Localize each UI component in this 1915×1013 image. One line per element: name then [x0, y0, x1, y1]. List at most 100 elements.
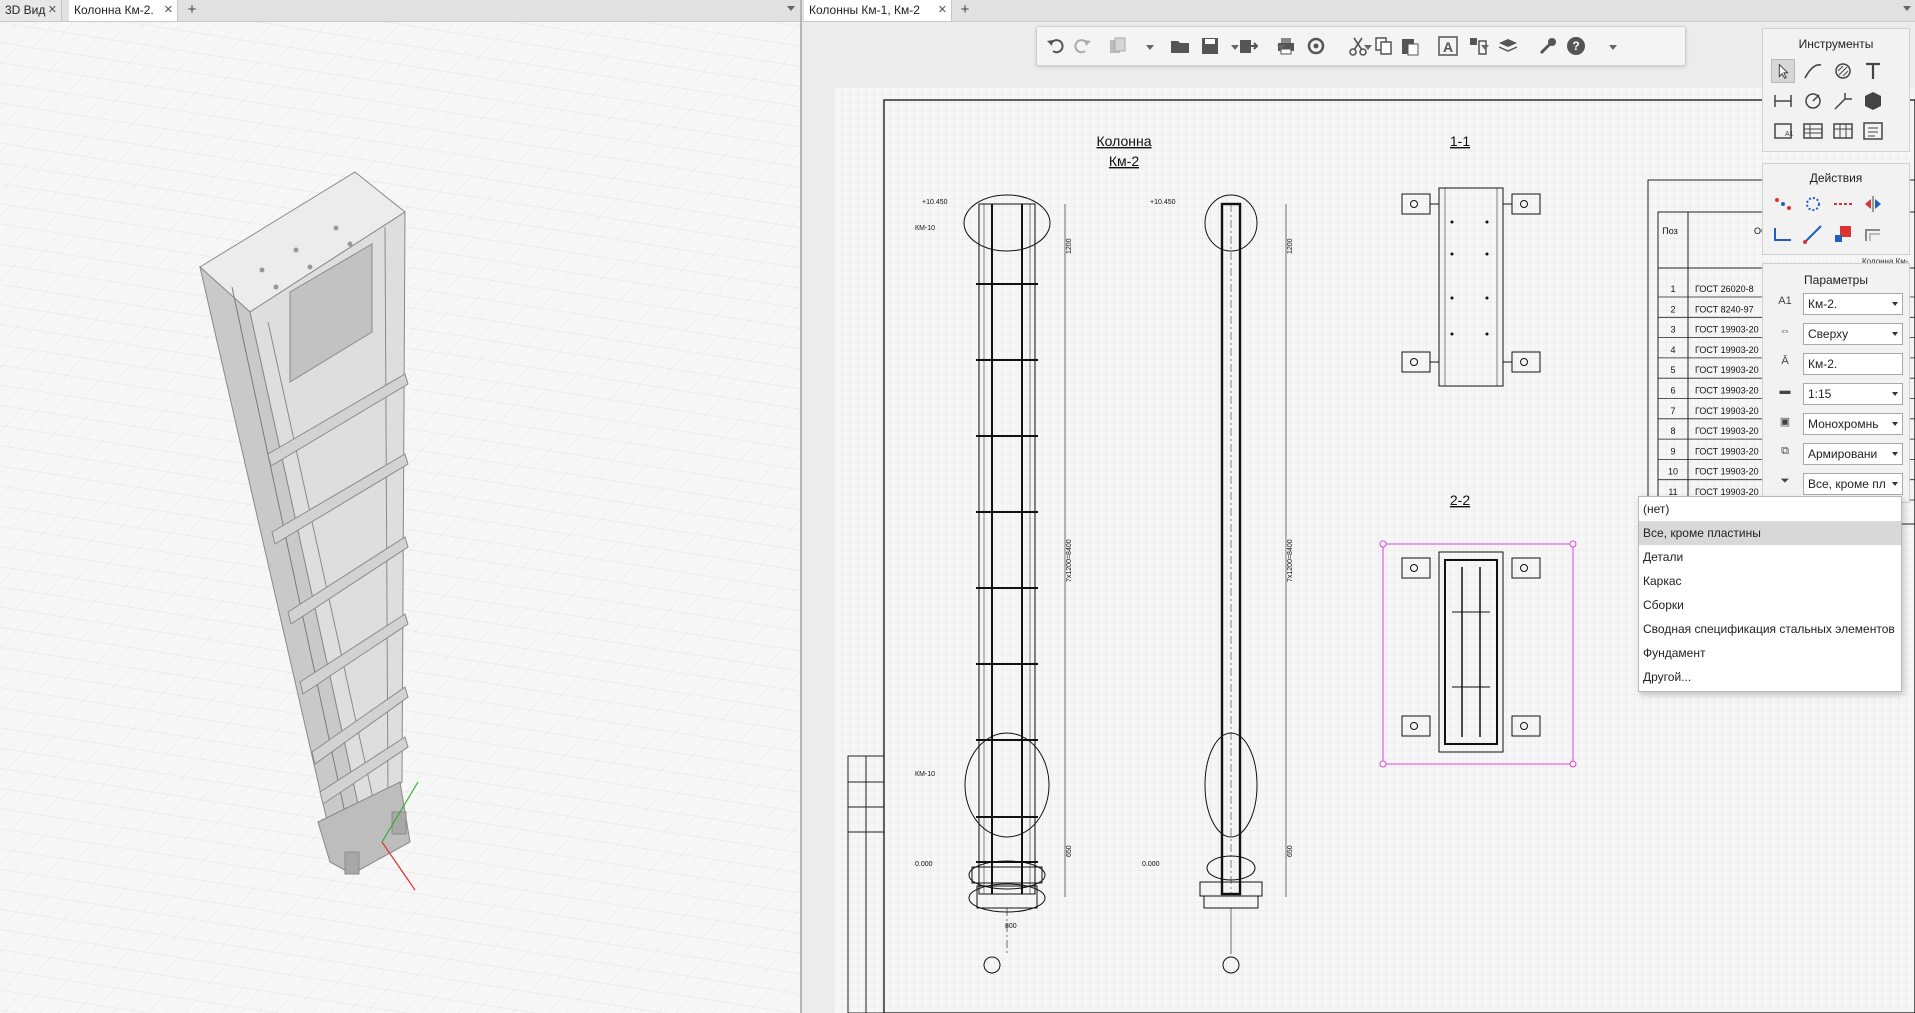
- array-icon[interactable]: [1801, 192, 1825, 216]
- svg-text:?: ?: [1572, 39, 1579, 53]
- param-input[interactable]: Км-2.: [1803, 353, 1903, 375]
- 3d-scene: [0, 22, 800, 1013]
- elevation-zero-label: 0.000: [915, 861, 933, 868]
- dropdown-option[interactable]: Фундамент: [1639, 641, 1901, 665]
- sync-icon[interactable]: [1305, 35, 1327, 57]
- wrench-icon[interactable]: [1537, 35, 1559, 57]
- chevron-down-icon[interactable]: [1892, 302, 1898, 306]
- tab-menu-chevron-icon[interactable]: [787, 6, 795, 11]
- close-icon[interactable]: ✕: [48, 0, 57, 21]
- chevron-down-icon[interactable]: [1481, 45, 1489, 50]
- km10-label: КМ-10: [915, 225, 935, 232]
- chevron-down-icon[interactable]: [1892, 392, 1898, 396]
- param-select[interactable]: Армировани: [1803, 443, 1903, 465]
- dim-800-label: 800: [1005, 923, 1017, 930]
- right-tabbar: Колонны Км-1, Км-2 ✕ +: [802, 0, 1915, 22]
- add-tab-icon[interactable]: +: [955, 0, 975, 21]
- table-cell-pos: 5: [1670, 365, 1675, 375]
- text-tool-icon[interactable]: [1861, 59, 1885, 83]
- chevron-down-icon[interactable]: [1609, 45, 1617, 50]
- hatch-icon[interactable]: [1831, 59, 1855, 83]
- tab-column-km2[interactable]: Колонна Км-2. ✕: [69, 0, 178, 21]
- copy-icon[interactable]: [1373, 35, 1395, 57]
- redo-icon[interactable]: [1071, 35, 1093, 57]
- dim-650-label: 650: [1287, 845, 1294, 857]
- text-style-icon[interactable]: A: [1437, 35, 1459, 57]
- paste-icon[interactable]: [1399, 35, 1421, 57]
- chevron-down-icon[interactable]: [1277, 45, 1285, 50]
- table-cell-standard: ГОСТ 19903-20: [1695, 386, 1759, 396]
- copy-linear-icon[interactable]: [1831, 192, 1855, 216]
- chevron-down-icon[interactable]: [1892, 452, 1898, 456]
- chevron-down-icon[interactable]: [1892, 332, 1898, 336]
- scale-object-icon[interactable]: [1831, 222, 1855, 246]
- param-select[interactable]: 1:15: [1803, 383, 1903, 405]
- chevron-down-icon[interactable]: [1146, 45, 1154, 50]
- view-settings-icon[interactable]: [1497, 35, 1519, 57]
- select-pointer-icon[interactable]: [1771, 59, 1795, 83]
- add-tab-icon[interactable]: +: [182, 0, 202, 21]
- mirror-icon[interactable]: [1861, 192, 1885, 216]
- chevron-down-icon[interactable]: [1364, 45, 1372, 50]
- tab-columns-km1-km2[interactable]: Колонны Км-1, Км-2 ✕: [804, 0, 952, 21]
- left-tabbar: 3D Вид ✕ Колонна Км-2. ✕ +: [0, 0, 800, 22]
- dropdown-option[interactable]: Сборки: [1639, 593, 1901, 617]
- leader-icon[interactable]: [1831, 89, 1855, 113]
- elevation-top-label: +10.450: [922, 199, 948, 206]
- drawing-title: Колонна: [1097, 133, 1152, 149]
- tab-label: Колонны Км-1, Км-2: [809, 3, 920, 17]
- table-cell-pos: 8: [1670, 426, 1675, 436]
- param-select[interactable]: Сверху: [1803, 323, 1903, 345]
- grid-table-icon[interactable]: [1831, 119, 1855, 143]
- move-points-icon[interactable]: [1771, 192, 1795, 216]
- radius-icon[interactable]: [1801, 89, 1825, 113]
- filter-dropdown-list[interactable]: (нет) Все, кроме пластины Детали Каркас Сбор…: [1638, 496, 1902, 692]
- dropdown-option[interactable]: Другой...: [1639, 665, 1901, 689]
- table-insert-icon[interactable]: [1801, 119, 1825, 143]
- tab-menu-chevron-icon[interactable]: [1903, 6, 1911, 11]
- table-cell-pos: 1: [1670, 284, 1675, 294]
- 3d-viewport[interactable]: [0, 22, 800, 1013]
- open-folder-icon[interactable]: [1169, 35, 1191, 57]
- actions-panel: Действия: [1762, 163, 1910, 255]
- undo-icon[interactable]: [1045, 35, 1067, 57]
- tab-label: Колонна Км-2.: [74, 3, 154, 17]
- line-draw-icon[interactable]: [1801, 59, 1825, 83]
- param-select[interactable]: Км-2.: [1803, 293, 1903, 315]
- table-cell-pos: 7: [1670, 406, 1675, 416]
- dropdown-option[interactable]: (нет): [1639, 497, 1901, 521]
- close-icon[interactable]: ✕: [164, 0, 173, 21]
- offset-icon[interactable]: [1861, 222, 1885, 246]
- chevron-down-icon[interactable]: [1231, 45, 1239, 50]
- stamp-a1-icon[interactable]: A1: [1771, 119, 1795, 143]
- param-select[interactable]: Монохромнь: [1803, 413, 1903, 435]
- dim-span-label: 7х1200=8400: [1287, 539, 1294, 582]
- tab-3d-view[interactable]: 3D Вид ✕: [0, 0, 62, 21]
- table-cell-pos: 3: [1670, 325, 1675, 335]
- help-icon[interactable]: ?: [1565, 35, 1587, 57]
- dropdown-option[interactable]: Сводная спецификация стальных элементов: [1639, 617, 1901, 641]
- dropdown-option[interactable]: Каркас: [1639, 569, 1901, 593]
- export-icon[interactable]: [1237, 35, 1259, 57]
- dropdown-option[interactable]: Все, кроме пластины: [1639, 521, 1901, 545]
- dropdown-option[interactable]: Детали: [1639, 545, 1901, 569]
- chevron-down-icon[interactable]: [1892, 482, 1898, 486]
- documents-icon[interactable]: [1107, 35, 1129, 57]
- close-icon[interactable]: ✕: [938, 0, 947, 21]
- param-value: Армировани: [1808, 447, 1878, 461]
- table-cell-standard: ГОСТ 19903-20: [1695, 406, 1759, 416]
- list-icon[interactable]: [1861, 119, 1885, 143]
- param-value: Км-2.: [1808, 357, 1838, 371]
- angle-icon[interactable]: [1771, 222, 1795, 246]
- line-segment-icon[interactable]: [1801, 222, 1825, 246]
- table-cell-standard: ГОСТ 19903-20: [1695, 446, 1759, 456]
- section-2-title: 2-2: [1450, 492, 1470, 508]
- save-icon[interactable]: [1199, 35, 1221, 57]
- svg-text:A: A: [1443, 39, 1453, 55]
- param-value: Км-2.: [1808, 297, 1838, 311]
- chevron-down-icon[interactable]: [1892, 422, 1898, 426]
- 3d-box-icon[interactable]: [1861, 89, 1885, 113]
- tools-panel-title: Инструменты: [1798, 37, 1874, 51]
- dimension-icon[interactable]: [1771, 89, 1795, 113]
- param-select[interactable]: Все, кроме пл: [1803, 473, 1903, 495]
